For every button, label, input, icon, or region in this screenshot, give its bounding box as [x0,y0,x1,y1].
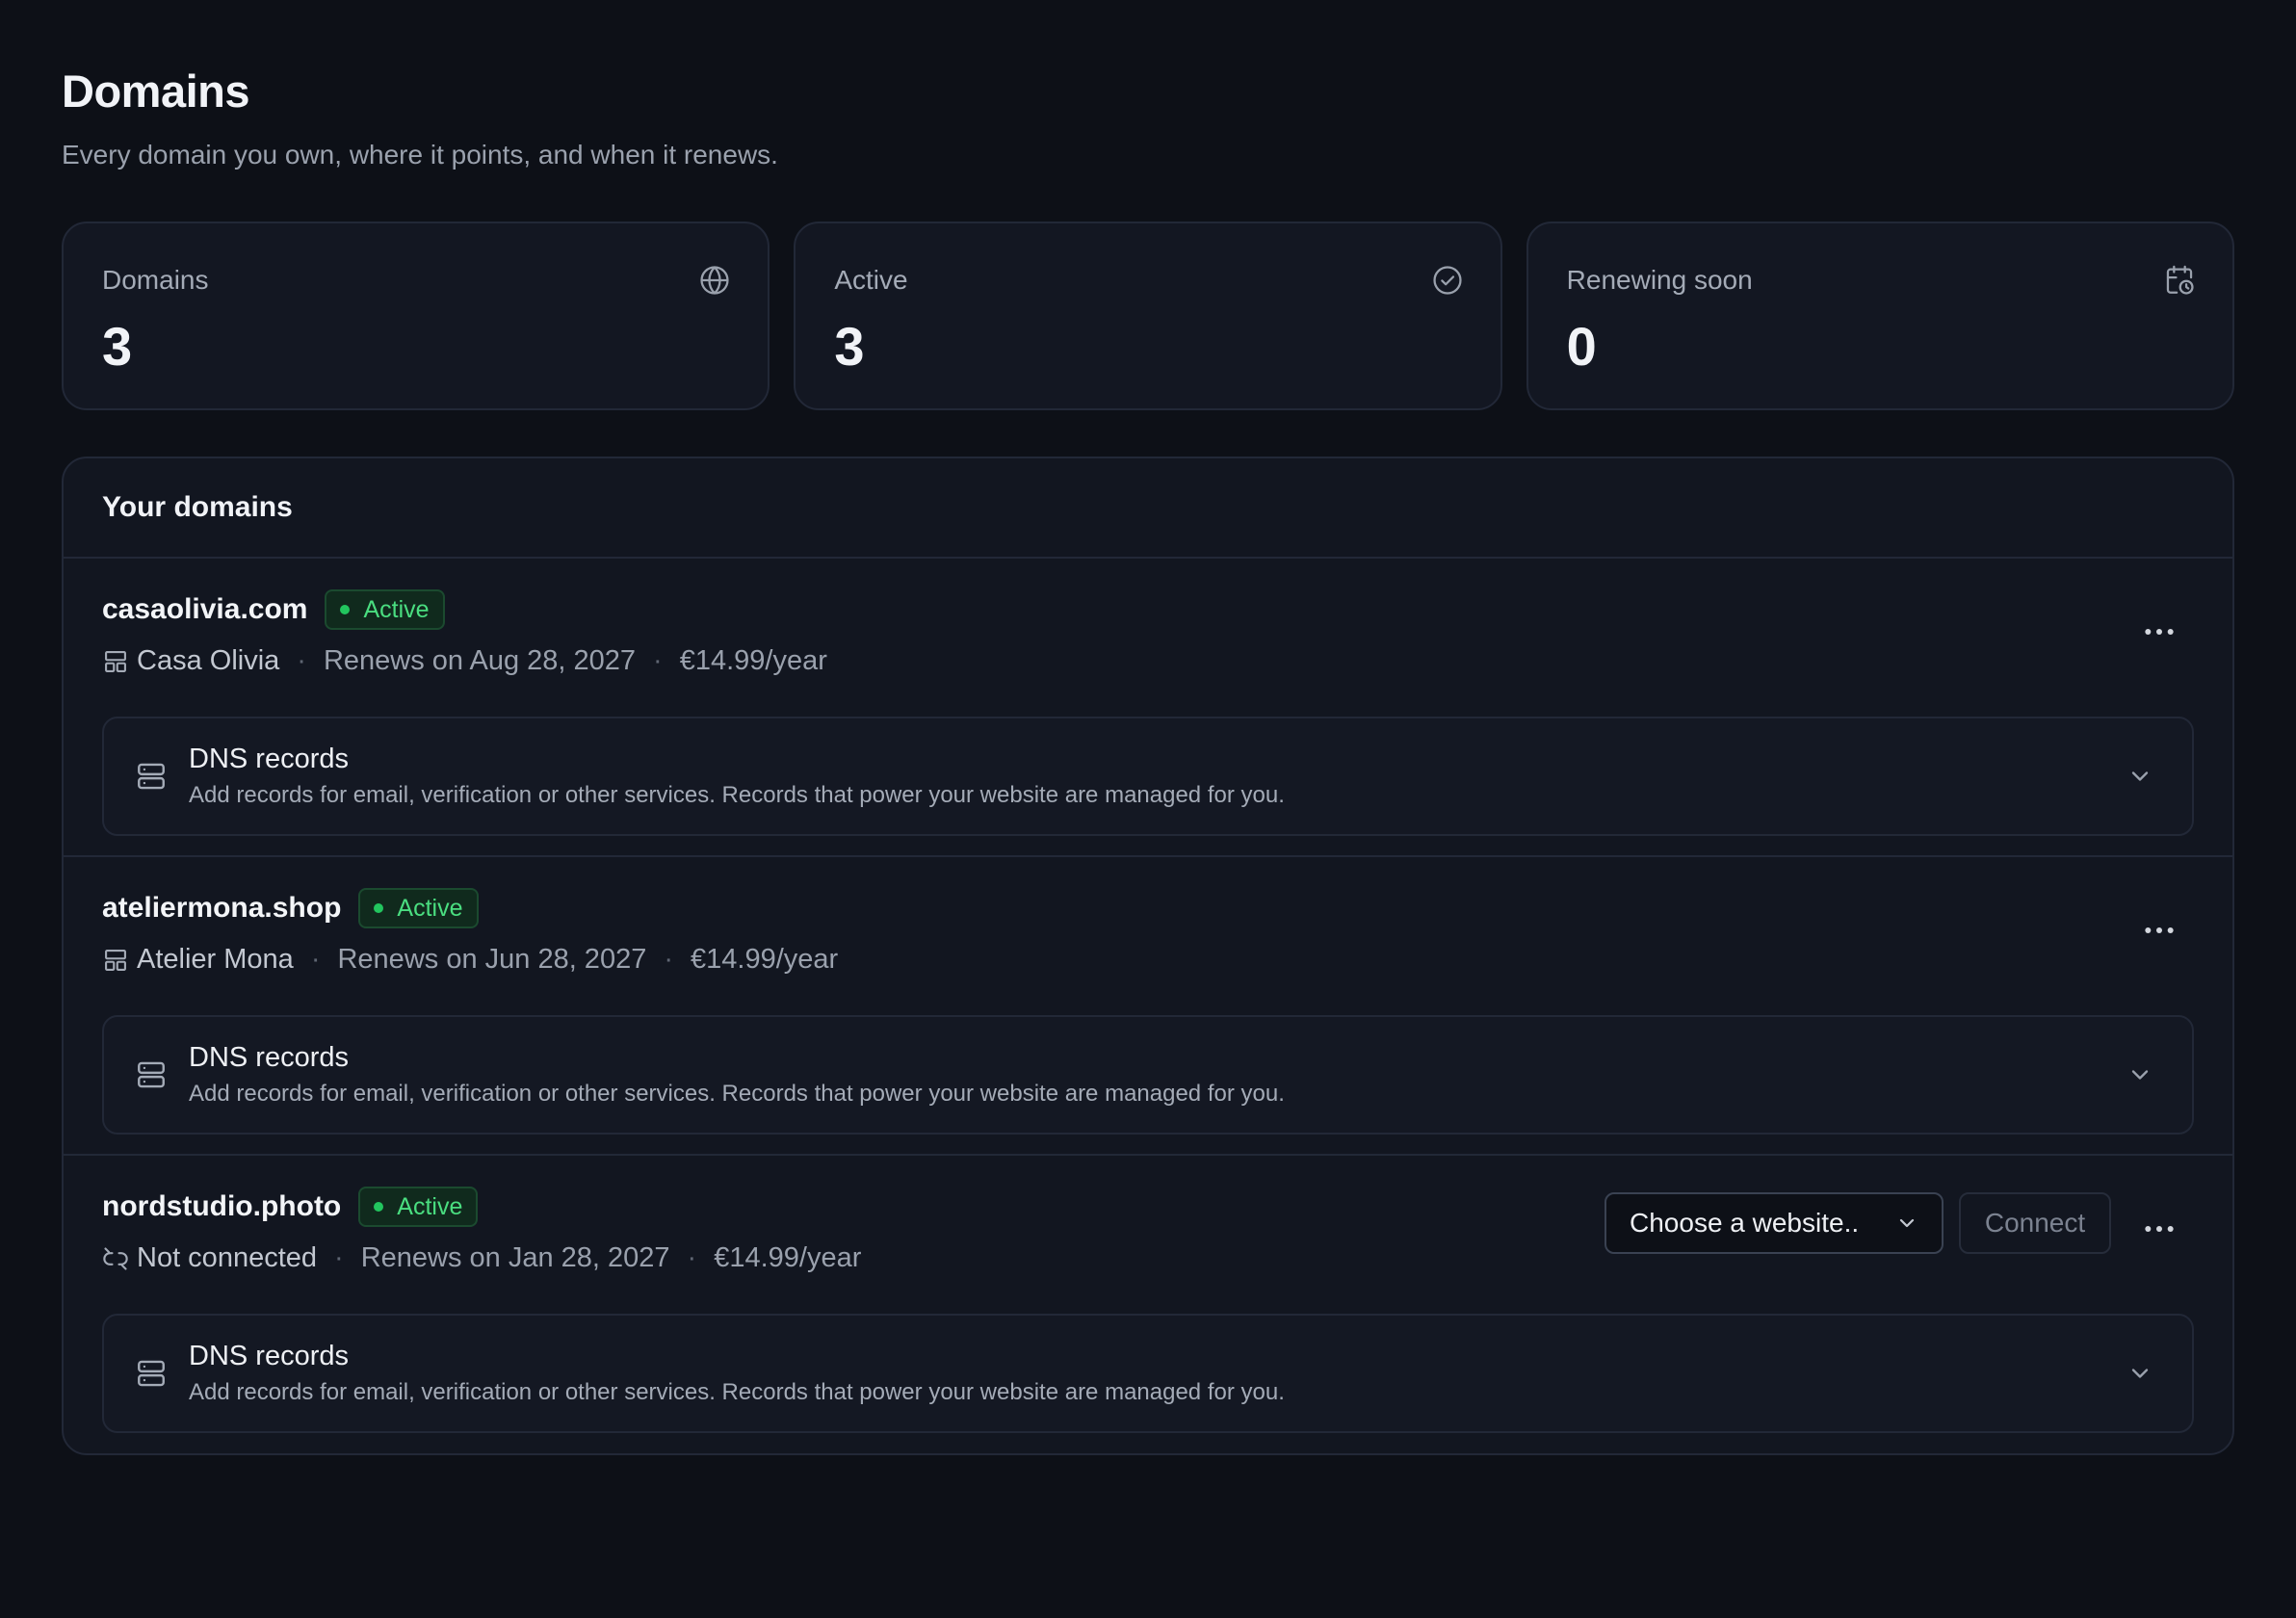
status-badge: Active [358,888,479,928]
layout-icon [105,650,126,672]
dns-title: DNS records [189,1042,349,1073]
chevron-down-icon[interactable] [2126,763,2153,790]
status-label: Active [397,894,463,922]
stat-label: Active [834,265,908,295]
connect-button[interactable]: Connect [1959,1192,2111,1254]
server-icon [138,1061,165,1088]
domains-page: Domains Every domain you own, where it p… [62,58,2234,1455]
domain-head: casaolivia.com Active [102,589,445,630]
domain-meta: Atelier Mona · Renews on Jun 28, 2027 · … [102,944,838,976]
status-dot [374,1202,384,1212]
separator: · [297,645,306,676]
dns-description: Add records for email, verification or o… [189,782,1285,808]
select-value: Choose a website.. [1630,1208,1860,1238]
stat-label: Domains [102,265,209,295]
unlink-icon [103,1246,128,1270]
dns-records-panel[interactable]: DNS records Add records for email, verif… [102,717,2194,836]
status-label: Active [397,1192,463,1220]
more-options-icon[interactable] [2140,1210,2179,1248]
domain-name[interactable]: casaolivia.com [102,593,307,626]
separator: · [653,645,663,676]
more-options-icon[interactable] [2140,911,2179,950]
domain-head: ateliermona.shop Active [102,888,479,928]
connected-website[interactable]: Casa Olivia [137,645,279,677]
domain-row: ateliermona.shop Active Atelier Mona · R… [64,857,2232,1156]
domain-meta: Not connected · Renews on Jan 28, 2027 ·… [102,1242,861,1274]
choose-website-select[interactable]: Choose a website.. [1605,1192,1944,1254]
stat-card-domains: Domains 3 [62,222,770,410]
stat-card-active: Active 3 [794,222,1502,410]
status-badge: Active [325,589,445,630]
connection-status: Not connected [137,1242,318,1273]
stat-value: 3 [834,316,865,377]
card-header: Your domains [64,458,2232,559]
stats-row: Domains 3 Active 3 Renewing soon 0 [62,222,2234,410]
your-domains-card: Your domains casaolivia.com Active Casa … [62,457,2234,1455]
domain-row: nordstudio.photo Active Not connected · … [64,1156,2232,1445]
dns-title: DNS records [189,1341,349,1371]
renewal-date: Renews on Aug 28, 2027 [323,645,637,676]
connected-website[interactable]: Atelier Mona [137,944,294,976]
stat-label: Renewing soon [1566,265,1753,295]
page-subtitle: Every domain you own, where it points, a… [62,140,778,170]
stat-value: 0 [1566,316,1597,377]
status-dot [374,903,384,913]
dns-records-panel[interactable]: DNS records Add records for email, verif… [102,1314,2194,1433]
status-label: Active [363,595,430,623]
server-icon [138,763,165,790]
separator: · [664,944,673,975]
stat-card-renewing-soon: Renewing soon 0 [1526,222,2234,410]
calendar-clock-icon [2166,265,2194,295]
domain-head: nordstudio.photo Active [102,1187,479,1227]
dns-records-panel[interactable]: DNS records Add records for email, verif… [102,1015,2194,1135]
chevron-down-icon[interactable] [2126,1360,2153,1387]
domain-meta: Casa Olivia · Renews on Aug 28, 2027 · €… [102,645,827,677]
chevron-down-icon [1899,1218,1915,1228]
dns-description: Add records for email, verification or o… [189,1379,1285,1405]
page-title: Domains [62,65,250,117]
separator: · [334,1242,344,1273]
renewal-date: Renews on Jan 28, 2027 [360,1242,670,1273]
price: €14.99/year [714,1242,862,1273]
stat-value: 3 [102,316,133,377]
check-circle-icon [1433,266,1462,295]
server-icon [138,1360,165,1387]
chevron-down-icon[interactable] [2126,1061,2153,1088]
domain-row: casaolivia.com Active Casa Olivia · Rene… [64,559,2232,857]
layout-icon [105,949,126,971]
card-title: Your domains [102,491,293,523]
status-dot [340,605,351,614]
domain-name[interactable]: ateliermona.shop [102,892,341,925]
separator: · [687,1242,697,1273]
dns-title: DNS records [189,744,349,774]
more-options-icon[interactable] [2140,613,2179,651]
separator: · [310,944,321,975]
renewal-date: Renews on Jun 28, 2027 [337,944,647,975]
dns-description: Add records for email, verification or o… [189,1081,1285,1107]
price: €14.99/year [691,944,839,975]
domain-name[interactable]: nordstudio.photo [102,1190,341,1223]
globe-icon [700,266,729,295]
price: €14.99/year [679,645,827,676]
status-badge: Active [358,1187,479,1227]
